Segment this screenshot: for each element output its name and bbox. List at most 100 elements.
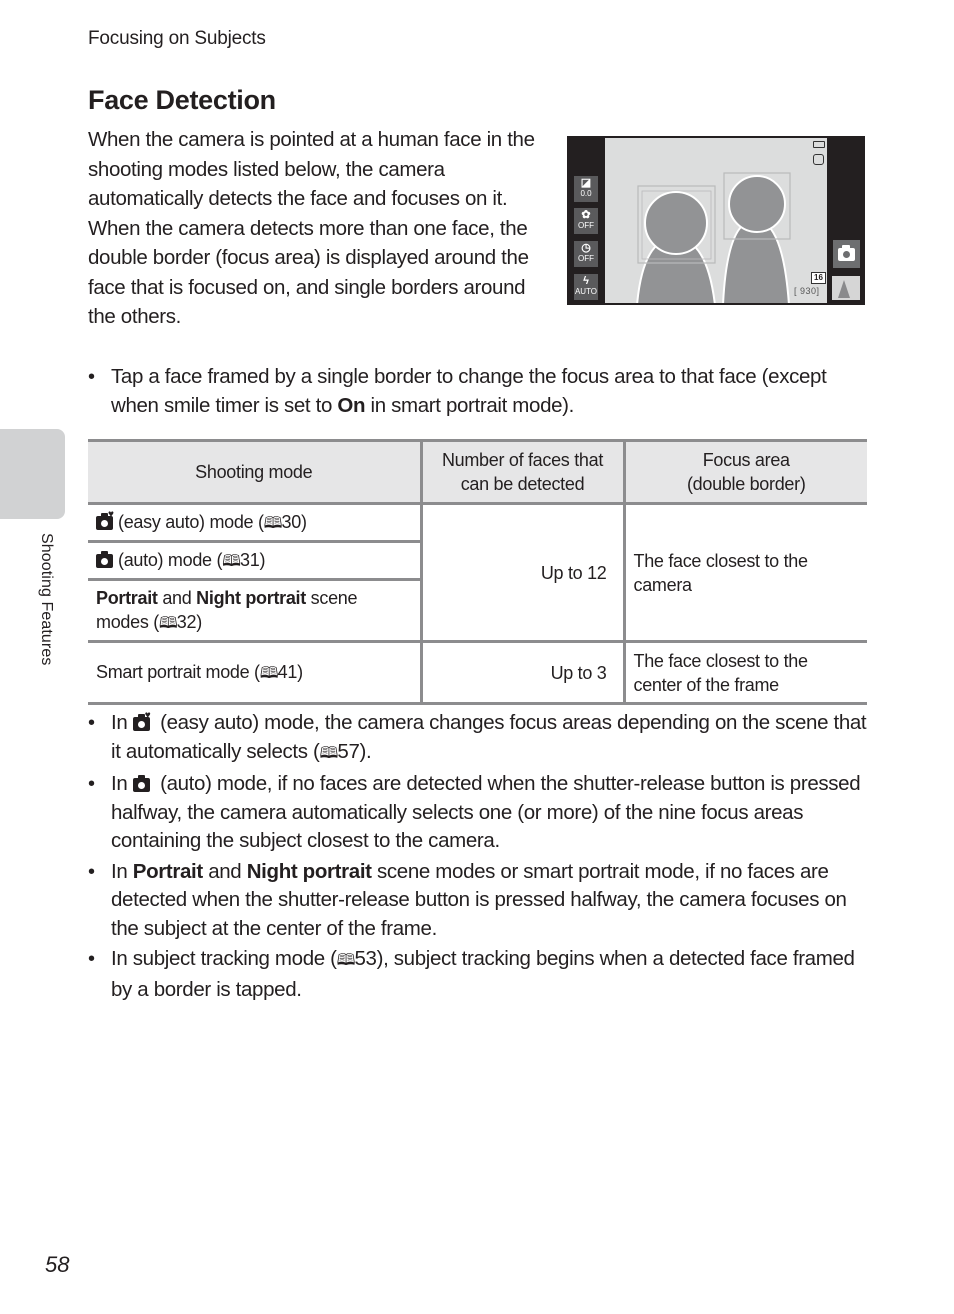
page-reference: 41 [277,661,298,682]
camera-live-view [605,138,827,303]
notes-list: • In ♥ (easy auto) mode, the camera chan… [88,709,878,1006]
bullet-icon: • [88,366,95,388]
bullet-icon: • [88,712,95,734]
page-reference: 30 [281,511,302,532]
page-reference: 53 [354,947,377,970]
header-shooting-mode: Shooting mode [88,439,423,505]
note-text: In [111,859,133,883]
face-right [728,175,786,233]
cell-focus-closest-to-center: The face closest to the center of the fr… [624,640,867,705]
list-item: • In ♥ (easy auto) mode, the camera chan… [88,709,878,768]
cell-faces-up-to-3: Up to 3 [421,640,626,705]
flash-mode-icon: ϟ [583,275,589,287]
battery-level-icon [813,141,825,148]
note-text: (auto) mode, if no faces are detected wh… [111,772,861,852]
exposures-remaining: [ 930] [794,286,820,296]
note-bold: Night portrait [246,859,372,883]
page-reference: 57 [337,739,360,763]
bullet-icon: • [88,773,95,795]
intro-paragraph: When the camera is pointed at a human fa… [88,128,535,210]
book-reference-icon: 🕮 [222,552,241,570]
mode-bold: Portrait [96,587,158,608]
easy-auto-mode-icon: ♥ [132,711,152,731]
note-text: In [111,772,133,795]
shooting-mode-button [833,240,860,268]
vibration-reduction-icon [813,154,824,165]
header-focus-area: Focus area (double border) [624,439,867,505]
auto-mode-icon [132,775,152,792]
mode-text: Smart portrait mode ( [96,661,260,682]
mode-text: ) [196,611,202,632]
table-header-row: Shooting mode Number of faces that can b… [88,439,867,505]
header-line: (double border) [686,474,806,494]
self-timer-value: OFF [578,254,594,263]
page-number: 58 [45,1252,70,1277]
note-text: and [202,859,247,883]
page-title: Face Detection [88,85,276,115]
header-number-of-faces: Number of faces that can be detected [421,439,626,505]
camera-monitor-illustration: ◪ 0.0 ✿ OFF ◷ OFF ϟ AUTO 16 [ 930] [567,136,865,305]
self-timer-button: ◷ OFF [574,241,598,267]
bullet-icon: • [88,948,95,970]
chapter-tab-label: Shooting Features [38,533,55,666]
bullet-icon: • [88,860,95,883]
macro-mode-icon: ✿ [581,209,591,221]
book-reference-icon: 🕮 [319,744,339,762]
note-bold: Portrait [132,859,203,883]
face-detection-scene [636,172,791,303]
page-reference: 32 [176,611,197,632]
note-text: ). [359,739,372,763]
note-text: In [111,711,133,734]
cell-mode-easy-auto: ♥ (easy auto) mode (🕮30) [88,502,423,543]
intro-text: When the camera is pointed at a human fa… [88,125,538,332]
mode-text: ) [259,549,266,570]
book-reference-icon: 🕮 [259,664,279,682]
self-timer-icon: ◷ [581,242,591,254]
easy-auto-mode-icon: ♥ [96,509,115,530]
list-item: • In Portrait and Night portrait scene m… [88,858,878,944]
playback-thumbnail [832,276,860,300]
cell-faces-up-to-12: Up to 12 [421,502,626,643]
book-reference-icon: 🕮 [263,514,283,532]
cell-focus-closest-to-camera: The face closest to the camera [624,502,867,643]
table-row: Smart portrait mode (🕮41) Up to 3 The fa… [88,640,867,705]
header-line: Number of faces that [441,450,604,470]
page-reference: 31 [240,549,260,570]
book-reference-icon: 🕮 [158,614,178,632]
exposure-compensation-icon: ◪ [580,177,592,189]
tap-note-list: • Tap a face framed by a single border t… [88,363,878,422]
mode-text: ) [300,511,307,532]
playback-icon [838,280,850,298]
list-item: • In subject tracking mode (🕮53), subjec… [88,945,878,1004]
mode-text: and [157,587,197,608]
mode-text: ) [297,661,303,682]
macro-mode-value: OFF [578,221,594,230]
list-item: • In (auto) mode, if no faces are detect… [88,770,878,856]
running-head: Focusing on Subjects [88,28,266,49]
intro-paragraph: When the camera detects more than one fa… [88,216,529,329]
macro-mode-button: ✿ OFF [574,208,598,234]
book-reference-icon: 🕮 [336,952,356,969]
flash-mode-value: AUTO [574,287,598,296]
exposure-value: 0.0 [580,189,592,198]
mode-text: (auto) mode ( [118,549,223,570]
auto-mode-icon [96,550,115,568]
cell-mode-auto: (auto) mode (🕮31) [88,540,423,581]
exposure-compensation-button: ◪ 0.0 [574,176,598,202]
cell-mode-smart-portrait: Smart portrait mode (🕮41) [88,640,423,705]
header-line: Focus area [702,450,790,470]
chapter-tab [0,429,65,519]
note-text: In subject tracking mode ( [111,947,337,970]
table-row: ♥ (easy auto) mode (🕮30) Up to 12 The fac… [88,502,867,643]
mode-text: (easy auto) mode ( [118,511,264,532]
face-detection-table: Shooting mode Number of faces that can b… [88,439,867,705]
note-text: in smart portrait mode). [365,393,575,417]
mode-bold: Night portrait [196,587,306,608]
header-line: can be detected [460,474,585,494]
image-mode-indicator: 16 [811,272,826,284]
face-left [644,191,708,255]
note-text: (easy auto) mode, the camera changes foc… [111,711,867,763]
flash-mode-button: ϟ AUTO [574,274,598,300]
list-item: • Tap a face framed by a single border t… [88,363,878,420]
note-bold-on: On [337,393,366,417]
